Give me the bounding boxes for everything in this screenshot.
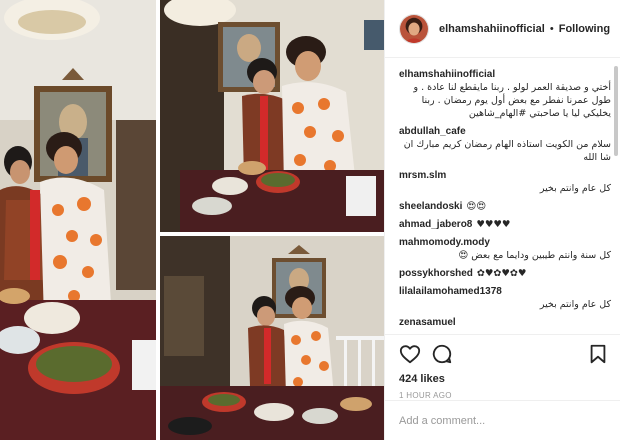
- photo-top-right-image: [160, 0, 384, 232]
- avatar[interactable]: [399, 13, 429, 44]
- post-timestamp: 1 HOUR AGO: [399, 391, 452, 400]
- comment-item: possykhorshed ✿♥✿♥✿♥: [399, 267, 611, 280]
- comment-text: ♥♥♥♥: [476, 219, 511, 230]
- following-button[interactable]: Following: [559, 23, 610, 35]
- comment-scrollbar[interactable]: [614, 66, 618, 156]
- comment-username[interactable]: lilalailamohamed1378: [399, 285, 611, 298]
- comment-item: mahmomody.mody كل سنة وانتم طيبين ودايما …: [399, 236, 611, 262]
- avatar-image: [400, 14, 428, 43]
- comment-item: mrsm.slm كل عام وانتم بخير: [399, 169, 611, 195]
- action-row: [399, 341, 609, 367]
- separator-dot: •: [549, 22, 554, 35]
- comment-username[interactable]: abdullah_cafe: [399, 125, 611, 138]
- comment-item: ahmad_jabero8 ♥♥♥♥: [399, 218, 611, 231]
- comment-icon[interactable]: [431, 343, 453, 365]
- photo-bottom-right: [160, 236, 384, 440]
- comment-username[interactable]: ahmad_jabero8: [399, 219, 472, 230]
- comment-username[interactable]: mahmomody.mody: [399, 236, 611, 249]
- comment-username[interactable]: elhamshahiinofficial: [399, 68, 611, 81]
- comment-item: abdullah_cafe سلام من الكويت استاذه الهام…: [399, 125, 611, 164]
- photo-left-image: [0, 0, 156, 440]
- photo-collage[interactable]: [0, 0, 384, 440]
- header-text: elhamshahiinofficial • Following: [439, 23, 610, 35]
- heart-icon[interactable]: [399, 343, 421, 365]
- photo-left: [0, 0, 156, 440]
- post-header: elhamshahiinofficial • Following: [385, 0, 620, 58]
- photo-top-right: [160, 0, 384, 232]
- bookmark-icon[interactable]: [587, 343, 609, 365]
- comment-username[interactable]: mrsm.slm: [399, 169, 611, 182]
- comment-item: lilalailamohamed1378 كل عام وانتم بخير: [399, 285, 611, 311]
- comment-username[interactable]: possykhorshed: [399, 268, 473, 279]
- comment-username[interactable]: sheelandoski: [399, 201, 462, 212]
- comment-text: ✿♥✿♥✿♥: [476, 268, 527, 279]
- add-comment-bar: [385, 400, 620, 440]
- comment-item: elhamshahiinofficial أختي و صديقة العمر ل…: [399, 68, 611, 120]
- photo-bottom-right-image: [160, 236, 384, 440]
- comment-list[interactable]: elhamshahiinofficial أختي و صديقة العمر ل…: [385, 58, 620, 326]
- comment-username[interactable]: zenasamuel: [399, 316, 611, 326]
- post-username[interactable]: elhamshahiinofficial: [439, 23, 545, 35]
- comment-text: كل سنة وانتم طيبين ودايما مع بعض 😍: [458, 250, 611, 261]
- comment-text: كل عام وانتم بخير: [539, 299, 611, 310]
- comment-item: sheelandoski 😍😍: [399, 200, 611, 213]
- comment-text: سلام من الكويت استاذه الهام رمضان كريم م…: [403, 139, 611, 163]
- comment-text: أختي و صديقة العمر لولو . ربنا مايقطع لن…: [413, 82, 611, 119]
- likes-count[interactable]: 424 likes: [399, 373, 609, 385]
- comment-text: كل عام وانتم بخير: [539, 183, 611, 194]
- post-actions: 424 likes 1 HOUR AGO: [385, 334, 620, 400]
- comment-item: zenasamuelكل سنة وانتي والعائلة وهالة صد…: [399, 316, 611, 326]
- comment-input[interactable]: [399, 414, 607, 427]
- post-panel: elhamshahiinofficial • Following elhamsh…: [384, 0, 620, 440]
- comment-text: 😍😍: [466, 201, 487, 212]
